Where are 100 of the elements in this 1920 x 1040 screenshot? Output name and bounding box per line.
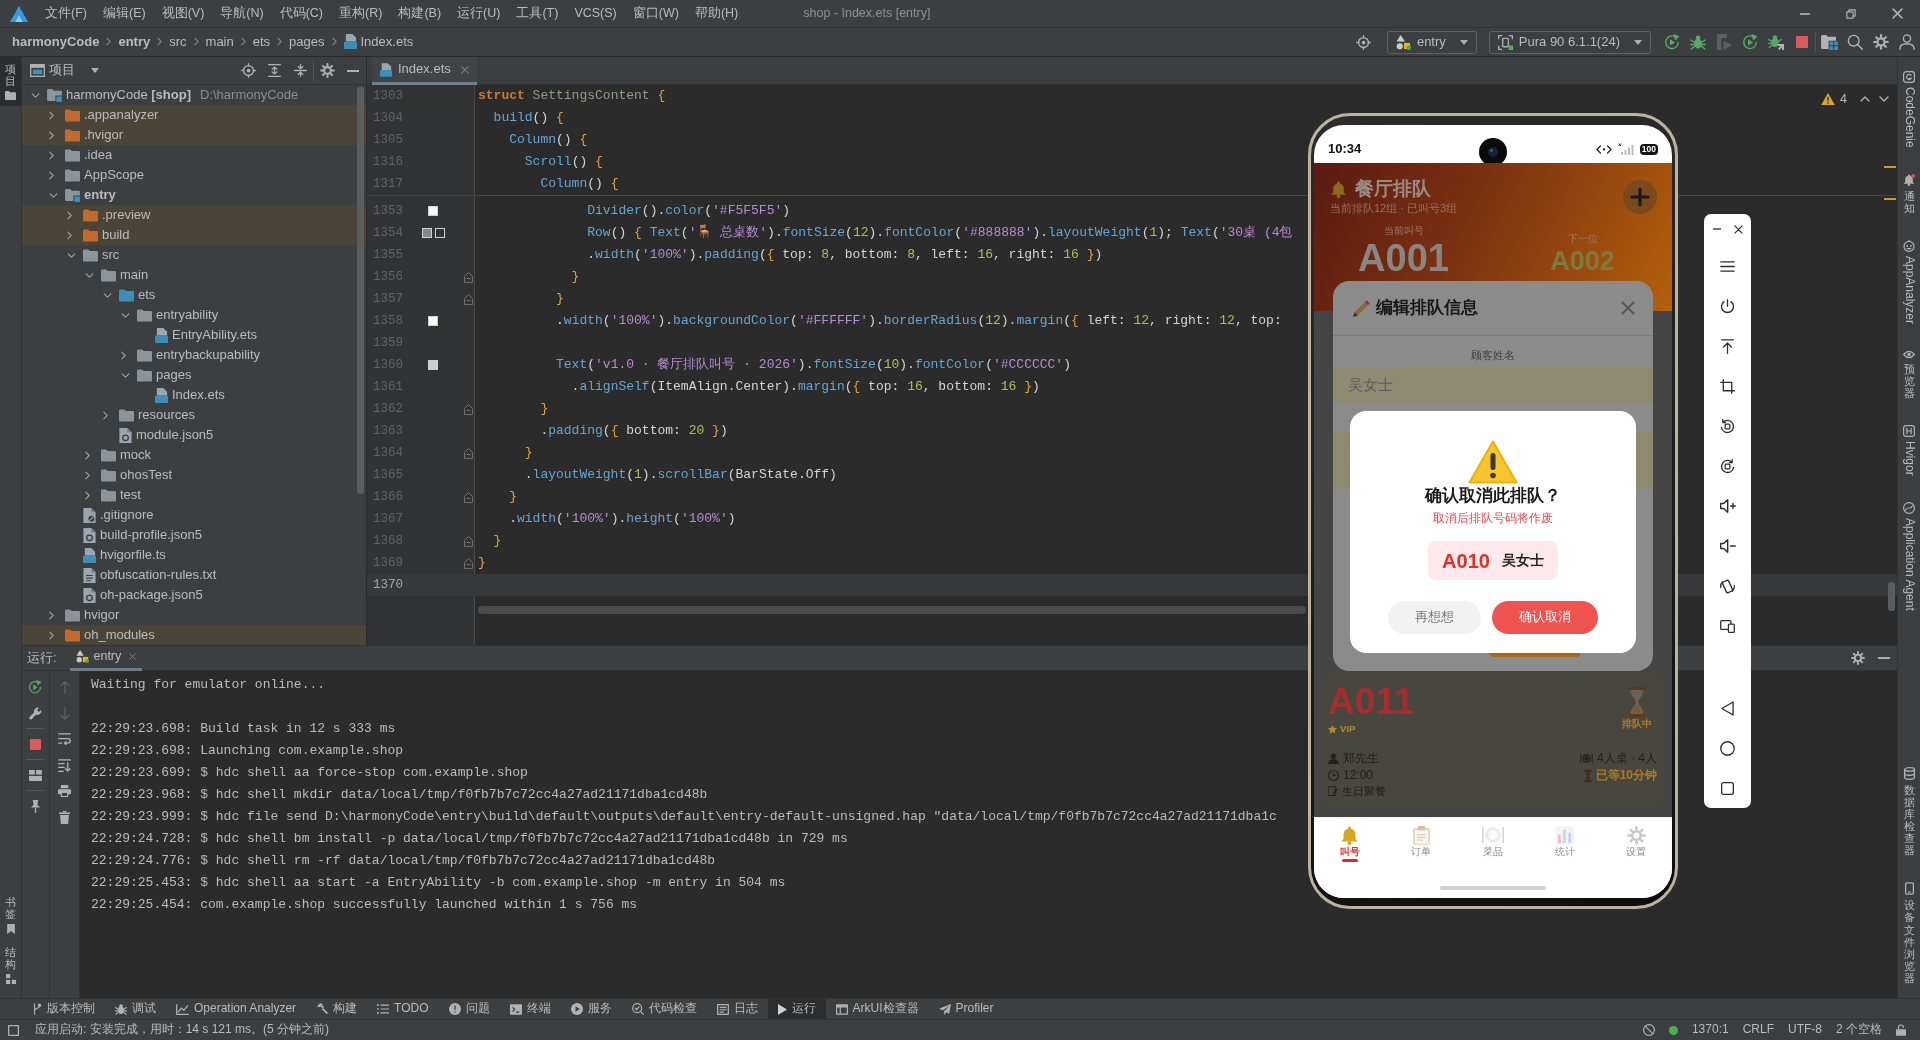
recents-icon[interactable] — [1721, 781, 1734, 795]
tree-item[interactable]: hvigorfile.ts — [100, 546, 166, 564]
breadcrumb-item[interactable]: harmonyCode — [12, 33, 100, 51]
scrollbar-thumb[interactable] — [1888, 582, 1895, 611]
restore-icon[interactable] — [1846, 8, 1856, 19]
chevron-icon[interactable] — [49, 150, 54, 160]
menu-item[interactable]: 代码(C) — [271, 5, 332, 22]
collapse-all-icon[interactable] — [293, 64, 307, 77]
tilted-phone-icon[interactable] — [1720, 578, 1735, 594]
chevron-icon[interactable] — [121, 312, 130, 318]
debug-icon[interactable] — [1690, 34, 1706, 50]
chevron-icon[interactable] — [67, 252, 76, 258]
tree-item[interactable]: .preview — [102, 206, 151, 224]
rerun-icon[interactable] — [28, 680, 42, 694]
tree-item[interactable]: pages — [156, 366, 192, 384]
menu-item[interactable]: VCS(S) — [566, 5, 625, 22]
fold-marker-icon[interactable] — [463, 271, 473, 283]
locate-icon[interactable] — [1355, 34, 1371, 50]
nav-tab[interactable]: 订单 — [1385, 818, 1458, 873]
nav-tab[interactable]: 菜品 — [1457, 818, 1529, 873]
tool-window-tab[interactable]: 版本控制 — [22, 999, 105, 1019]
cursor-position[interactable]: 1370:1 — [1691, 1022, 1729, 1038]
tree-item[interactable]: module.json5 — [136, 426, 214, 444]
tree-item[interactable]: src — [102, 246, 120, 264]
add-icon[interactable] — [1623, 180, 1657, 214]
status-dot-icon[interactable] — [1668, 1025, 1678, 1035]
side-tab[interactable]: CodeGenie — [1901, 65, 1917, 154]
tool-window-tab[interactable]: Profiler — [928, 999, 1004, 1019]
tree-item[interactable]: harmonyCode [shop] — [66, 86, 191, 104]
tree-item[interactable]: .idea — [84, 146, 113, 164]
menu-item[interactable]: 工具(T) — [508, 5, 567, 22]
tree-item[interactable]: mock — [120, 446, 152, 464]
indent-setting[interactable]: 2 个空格 — [1836, 1022, 1882, 1038]
tree-item[interactable]: oh-package.json5 — [100, 586, 203, 604]
tool-window-tab[interactable]: ArkUI检查器 — [825, 999, 929, 1019]
settings-icon[interactable] — [1851, 651, 1865, 665]
breadcrumb-item[interactable]: entry — [118, 33, 151, 51]
rerun-icon[interactable] — [1742, 34, 1758, 50]
fold-marker-icon[interactable] — [463, 403, 473, 415]
tree-item[interactable]: resources — [138, 406, 196, 424]
tree-item[interactable]: .gitignore — [100, 506, 154, 524]
cancel-button[interactable]: 再想想 — [1388, 601, 1481, 634]
tool-window-tab[interactable]: 日志 — [706, 999, 768, 1019]
tree-item[interactable]: entrybackupability — [156, 346, 261, 364]
nav-tab[interactable]: 统计 — [1528, 818, 1601, 873]
tree-item[interactable]: .appanalyzer — [84, 106, 159, 124]
tool-window-tab[interactable]: 代码检查 — [621, 999, 707, 1019]
tree-item[interactable]: entry — [84, 186, 116, 204]
tree-item[interactable]: obfuscation-rules.txt — [100, 566, 217, 584]
confirm-button[interactable]: 确认取消 — [1492, 601, 1598, 634]
editor-tab[interactable]: Index.ets — [372, 57, 477, 85]
home-icon[interactable] — [1720, 740, 1735, 756]
menu-item[interactable]: 编辑(E) — [94, 5, 154, 22]
chevron-icon[interactable] — [121, 350, 126, 360]
menu-item[interactable]: 窗口(W) — [624, 5, 687, 22]
square-icon[interactable] — [8, 1024, 19, 1036]
wrench-icon[interactable] — [28, 706, 42, 720]
chevron-icon[interactable] — [85, 490, 90, 500]
chevron-icon[interactable] — [49, 192, 58, 198]
padlock-icon[interactable] — [1896, 1024, 1906, 1036]
fold-marker-icon[interactable] — [463, 491, 473, 503]
tool-window-tab[interactable]: TODO — [367, 999, 439, 1019]
rotate-right-icon[interactable] — [1720, 458, 1735, 474]
breadcrumb-item[interactable]: pages — [289, 33, 325, 51]
side-tab[interactable]: 书签 — [0, 889, 21, 940]
chevron-up-icon[interactable] — [1860, 96, 1870, 103]
warning-count[interactable]: 4 — [1840, 91, 1847, 108]
rotate-left-icon[interactable] — [1720, 418, 1735, 434]
tree-item[interactable]: main — [120, 266, 149, 284]
menu-item[interactable]: 视图(V) — [153, 5, 213, 22]
tool-window-tab[interactable]: Operation Analyzer — [166, 999, 307, 1019]
chevron-icon[interactable] — [49, 610, 54, 620]
side-tab[interactable]: 结构 — [0, 939, 21, 990]
volume-down-icon[interactable] — [1719, 539, 1736, 553]
side-tab[interactable]: AppAnalyzer — [1901, 233, 1917, 330]
menu-item[interactable]: 帮助(H) — [686, 5, 747, 22]
chevron-down-icon[interactable] — [1879, 96, 1889, 103]
chevron-icon[interactable] — [85, 450, 90, 460]
stop-icon[interactable] — [29, 738, 41, 750]
tree-item[interactable]: EntryAbility.ets — [172, 326, 257, 344]
chevron-icon[interactable] — [103, 292, 112, 298]
pin-icon[interactable] — [29, 799, 41, 813]
nav-tab[interactable]: 设置 — [1600, 818, 1672, 873]
side-tab[interactable]: 项目 — [0, 57, 21, 107]
tree-item[interactable]: Index.ets — [172, 386, 225, 404]
menu-item[interactable]: 构建(B) — [390, 5, 450, 22]
attach-debugger-icon[interactable] — [1768, 34, 1784, 50]
line-separator[interactable]: CRLF — [1742, 1022, 1774, 1038]
settings-icon[interactable] — [319, 63, 335, 78]
tool-window-tab[interactable]: 问题 — [438, 999, 500, 1019]
tool-window-tab[interactable]: 调试 — [105, 999, 166, 1019]
tree-item[interactable]: test — [120, 486, 141, 504]
chevron-icon[interactable] — [49, 630, 54, 640]
account-icon[interactable] — [1899, 34, 1915, 50]
scrollbar-thumb[interactable] — [478, 606, 1306, 614]
run-icon[interactable] — [1664, 34, 1680, 50]
tool-window-tab[interactable]: 服务 — [560, 999, 622, 1019]
nav-tab[interactable]: 叫号 — [1314, 818, 1386, 873]
settings-icon[interactable] — [1873, 34, 1889, 50]
minimize-icon[interactable] — [1712, 228, 1721, 230]
